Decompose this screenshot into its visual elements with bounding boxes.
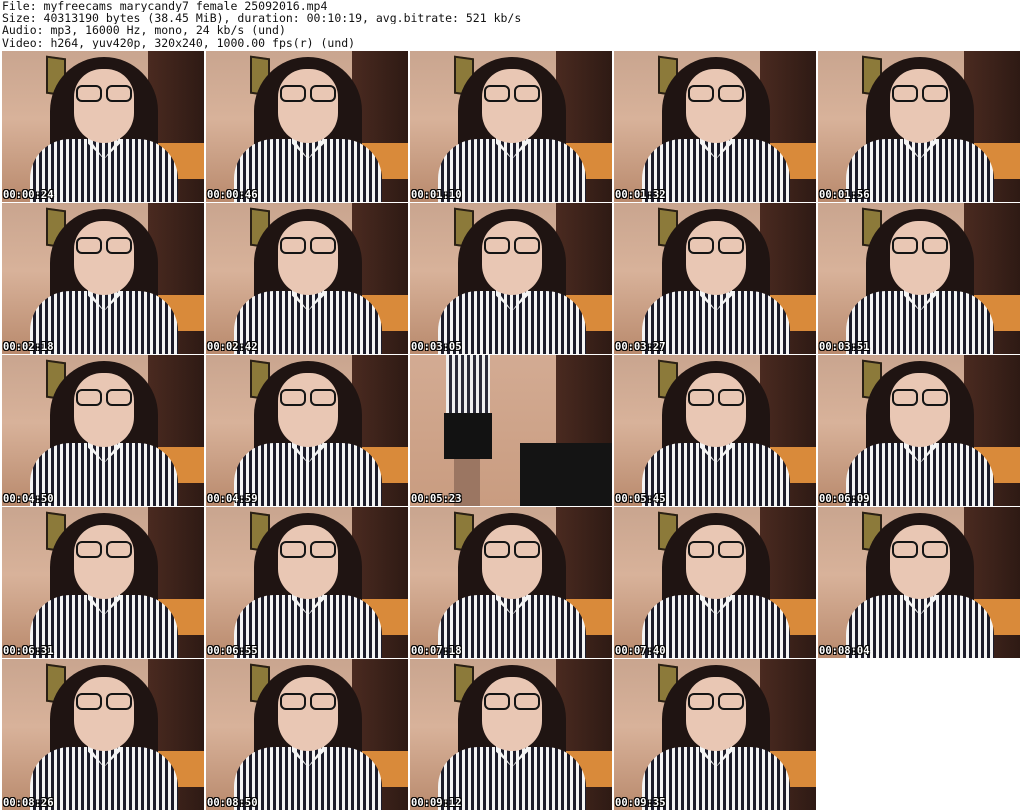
video-thumbnail: 00:06:55 [206, 507, 408, 658]
video-thumbnail: 00:03:51 [818, 203, 1020, 354]
video-thumbnail: 00:02:42 [206, 203, 408, 354]
video-thumbnail: 00:07:18 [410, 507, 612, 658]
video-thumbnail: 00:05:23 [410, 355, 612, 506]
thumbnail-timestamp: 00:08:04 [819, 645, 870, 657]
video-thumbnail: 00:04:59 [206, 355, 408, 506]
video-thumbnail: 00:06:31 [2, 507, 204, 658]
video-thumbnail: 00:08:50 [206, 659, 408, 810]
thumbnail-timestamp: 00:01:56 [819, 189, 870, 201]
audio-info-line: Audio: mp3, 16000 Hz, mono, 24 kb/s (und… [2, 24, 286, 37]
thumbnail-timestamp: 00:02:18 [3, 341, 54, 353]
thumbnail-timestamp: 00:06:09 [819, 493, 870, 505]
thumbnail-timestamp: 00:07:40 [615, 645, 666, 657]
thumbnail-timestamp: 00:05:23 [411, 493, 462, 505]
thumbnail-timestamp: 00:03:05 [411, 341, 462, 353]
video-thumbnail: 00:08:04 [818, 507, 1020, 658]
thumbnail-timestamp: 00:01:10 [411, 189, 462, 201]
video-thumbnail: 00:01:10 [410, 51, 612, 202]
thumbnail-grid: 00:00:24 00:00:46 00:01:10 00:01:32 00:0… [2, 51, 1022, 811]
video-thumbnail: 00:04:50 [2, 355, 204, 506]
thumbnail-timestamp: 00:01:32 [615, 189, 666, 201]
thumbnail-timestamp: 00:05:45 [615, 493, 666, 505]
thumbnail-timestamp: 00:02:42 [207, 341, 258, 353]
thumbnail-timestamp: 00:08:26 [3, 797, 54, 809]
file-size-line: Size: 40313190 bytes (38.45 MiB), durati… [2, 12, 522, 25]
video-thumbnail: 00:00:24 [2, 51, 204, 202]
video-thumbnail: 00:01:32 [614, 51, 816, 202]
video-thumbnail: 00:08:26 [2, 659, 204, 810]
video-thumbnail: 00:09:35 [614, 659, 816, 810]
thumbnail-timestamp: 00:09:35 [615, 797, 666, 809]
video-thumbnail: 00:03:05 [410, 203, 612, 354]
thumbnail-timestamp: 00:00:24 [3, 189, 54, 201]
video-info-line: Video: h264, yuv420p, 320x240, 1000.00 f… [2, 36, 356, 49]
video-thumbnail: 00:00:46 [206, 51, 408, 202]
thumbnail-timestamp: 00:04:50 [3, 493, 54, 505]
video-thumbnail: 00:02:18 [2, 203, 204, 354]
thumbnail-timestamp: 00:06:31 [3, 645, 54, 657]
video-thumbnail: 00:03:27 [614, 203, 816, 354]
thumbnail-timestamp: 00:07:18 [411, 645, 462, 657]
file-info-header: File: myfreecams_marycandy7_female_25092… [2, 0, 1022, 50]
thumbnail-timestamp: 00:08:50 [207, 797, 258, 809]
video-thumbnail: 00:01:56 [818, 51, 1020, 202]
thumbnail-timestamp: 00:04:59 [207, 493, 258, 505]
file-name-line: File: myfreecams_marycandy7_female_25092… [2, 0, 328, 13]
video-thumbnail: 00:09:12 [410, 659, 612, 810]
thumbnail-timestamp: 00:03:51 [819, 341, 870, 353]
thumbnail-timestamp: 00:06:55 [207, 645, 258, 657]
video-thumbnail: 00:06:09 [818, 355, 1020, 506]
thumbnail-timestamp: 00:03:27 [615, 341, 666, 353]
video-thumbnail: 00:05:45 [614, 355, 816, 506]
thumbnail-timestamp: 00:09:12 [411, 797, 462, 809]
video-thumbnail: 00:07:40 [614, 507, 816, 658]
thumbnail-timestamp: 00:00:46 [207, 189, 258, 201]
